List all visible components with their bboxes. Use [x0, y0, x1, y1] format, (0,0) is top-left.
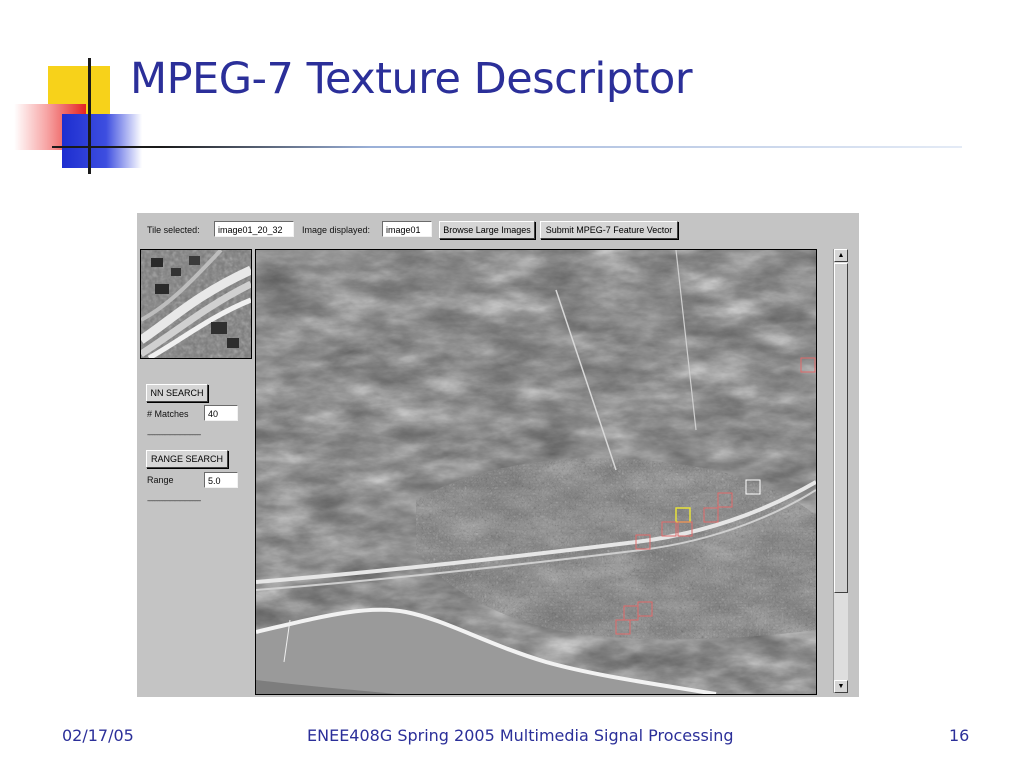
aerial-photo — [256, 250, 816, 694]
separator-line: -------------------------------- — [147, 496, 201, 505]
submit-feature-vector-button[interactable]: Submit MPEG-7 Feature Vector — [540, 221, 678, 239]
toolbar: Tile selected: image01_20_32 Image displ… — [137, 213, 859, 247]
texture-search-app: Tile selected: image01_20_32 Image displ… — [137, 213, 859, 697]
footer-date: 02/17/05 — [62, 726, 134, 745]
decoration-vertical-line — [88, 58, 91, 174]
footer-page-number: 16 — [949, 726, 970, 745]
slide-title: MPEG-7 Texture Descriptor — [130, 54, 693, 104]
thumbnail-image — [141, 250, 251, 358]
range-label: Range — [147, 475, 174, 485]
selected-tile-thumbnail — [140, 249, 252, 359]
tile-selected-field[interactable]: image01_20_32 — [214, 221, 294, 237]
matches-field[interactable]: 40 — [204, 405, 238, 421]
browse-large-images-button[interactable]: Browse Large Images — [439, 221, 535, 239]
matches-label: # Matches — [147, 409, 189, 419]
title-underline — [52, 146, 962, 148]
separator-line: -------------------------------- — [147, 430, 201, 439]
nn-search-button[interactable]: NN SEARCH — [146, 384, 208, 402]
footer-course: ENEE408G Spring 2005 Multimedia Signal P… — [307, 726, 734, 745]
range-search-button[interactable]: RANGE SEARCH — [146, 450, 228, 468]
scrollbar-thumb[interactable] — [834, 263, 848, 593]
aerial-image-view[interactable] — [255, 249, 817, 695]
scroll-down-icon[interactable]: ▼ — [834, 680, 848, 693]
tile-selected-label: Tile selected: — [147, 225, 200, 235]
vertical-scrollbar[interactable]: ▲ ▼ — [833, 249, 848, 693]
range-field[interactable]: 5.0 — [204, 472, 238, 488]
image-displayed-label: Image displayed: — [302, 225, 371, 235]
decoration-blue-square — [62, 114, 142, 168]
image-displayed-field[interactable]: image01 — [382, 221, 432, 237]
scroll-up-icon[interactable]: ▲ — [834, 249, 848, 262]
